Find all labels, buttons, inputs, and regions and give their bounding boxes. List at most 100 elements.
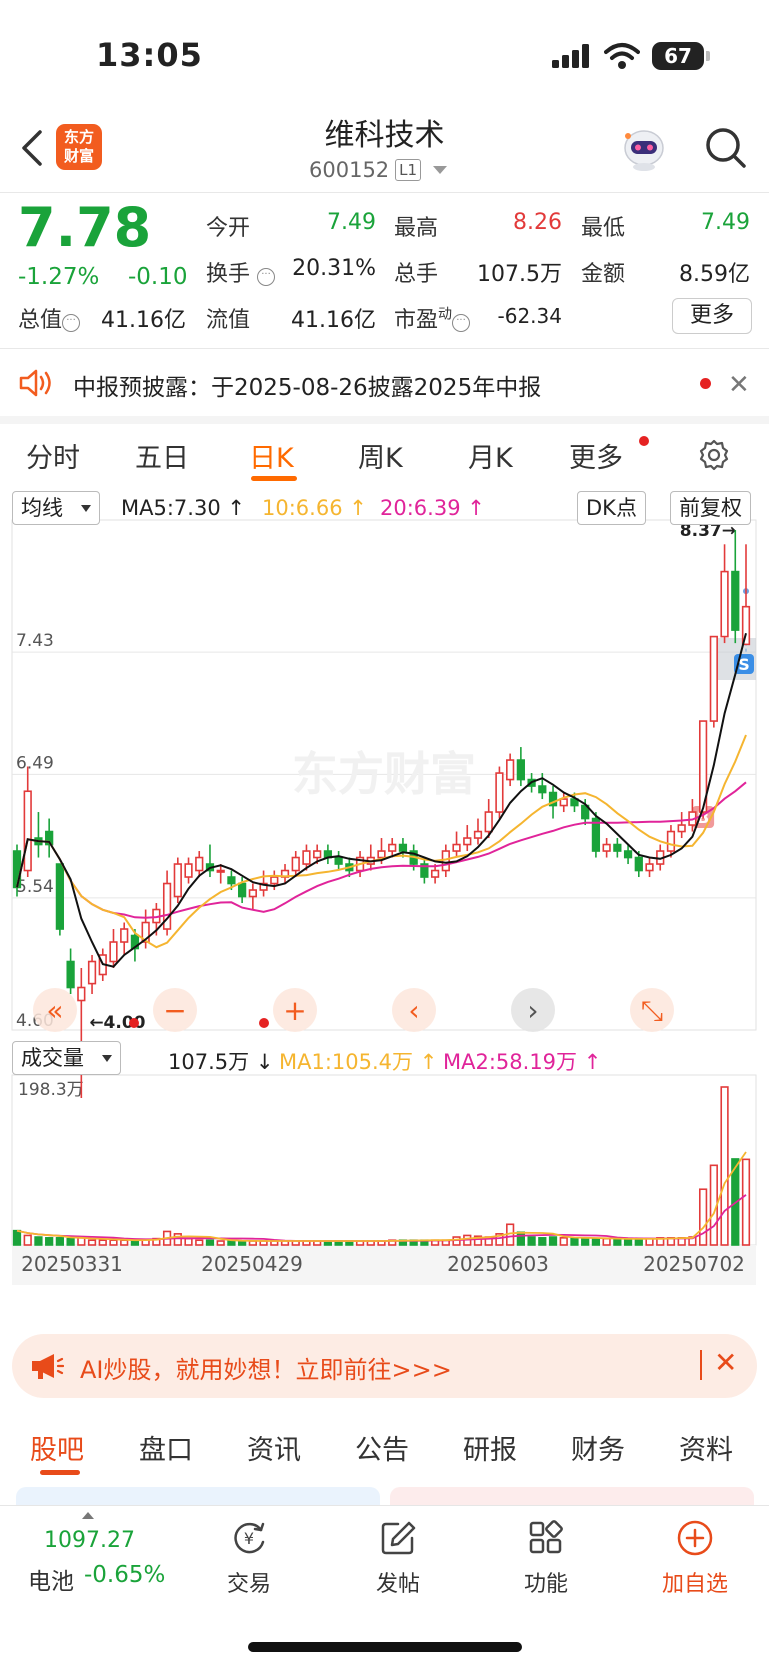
volume-current-legend: 107.5万 ↓ bbox=[168, 1046, 273, 1076]
volume-bar bbox=[720, 1086, 729, 1246]
ma10-value: 10:6.66 bbox=[262, 496, 343, 520]
chevron-up-icon[interactable] bbox=[82, 1512, 94, 1519]
info-icon[interactable]: ··· bbox=[62, 314, 81, 332]
high-label: 最高 bbox=[394, 216, 439, 241]
candle-body bbox=[238, 882, 247, 898]
candle-body bbox=[623, 850, 633, 859]
open-label: 今开 bbox=[206, 216, 251, 241]
ad-text[interactable]: AI炒股，就用妙想！立即前往>>> bbox=[80, 1350, 452, 1385]
stock-code-selector[interactable]: 600152 L1 bbox=[309, 158, 448, 182]
candle-body bbox=[173, 863, 182, 898]
candle-body bbox=[302, 850, 311, 865]
nav-add-label: 加自选 bbox=[661, 1572, 728, 1597]
add-circle-icon bbox=[677, 1520, 713, 1556]
tab-day-k[interactable]: 日K bbox=[249, 436, 294, 475]
change-value: -0.10 bbox=[128, 264, 188, 290]
ma20-legend: 20:6.39 ↑ bbox=[380, 496, 485, 520]
down-arrow-icon: ↓ bbox=[255, 1050, 274, 1074]
volume-bar bbox=[559, 1237, 568, 1246]
nav-post[interactable]: 发帖 bbox=[343, 1518, 453, 1598]
status-time: 13:05 bbox=[96, 36, 203, 74]
volume-bar bbox=[205, 1239, 215, 1246]
close-icon[interactable]: ✕ bbox=[728, 370, 750, 400]
tab-five-day[interactable]: 五日 bbox=[135, 436, 189, 475]
adjust-button[interactable]: 前复权 bbox=[670, 491, 751, 525]
candle-body bbox=[731, 570, 740, 631]
volume-indicator-select[interactable]: 成交量 bbox=[12, 1041, 121, 1075]
scroll-right-button-icon: › bbox=[527, 994, 538, 1027]
sector-index-name[interactable]: 电池 bbox=[28, 1562, 74, 1596]
candle-body bbox=[666, 830, 676, 852]
tab-week-k[interactable]: 周K bbox=[358, 436, 403, 475]
divider bbox=[0, 192, 769, 193]
indicator-select[interactable]: 均线 bbox=[12, 491, 100, 525]
volume-bar bbox=[66, 1237, 75, 1246]
divider bbox=[0, 348, 769, 349]
up-arrow-icon: ↑ bbox=[227, 496, 245, 520]
volume-bar bbox=[623, 1238, 633, 1246]
volume-bar bbox=[548, 1236, 558, 1246]
volume-bar bbox=[698, 1188, 708, 1246]
ma20-value: 20:6.39 bbox=[380, 496, 461, 520]
tab-more[interactable]: 更多 bbox=[569, 436, 623, 475]
candle-body bbox=[334, 856, 343, 865]
candle-body bbox=[216, 869, 225, 873]
close-icon[interactable]: ✕ bbox=[714, 1346, 737, 1379]
tab-guba[interactable]: 股吧 bbox=[30, 1428, 84, 1467]
price-tick-label: 6.49 bbox=[16, 753, 54, 773]
gear-icon[interactable] bbox=[697, 438, 731, 472]
candle-body bbox=[430, 869, 440, 878]
nav-add-watchlist[interactable]: 加自选 bbox=[640, 1518, 750, 1598]
dk-point-button[interactable]: DK点 bbox=[577, 491, 646, 525]
candle-body bbox=[506, 759, 515, 781]
pe-value: -62.34 bbox=[497, 304, 562, 328]
turnover-label[interactable]: 换手 ··· bbox=[206, 256, 276, 288]
cellular-signal-icon bbox=[552, 44, 589, 68]
tab-order-book[interactable]: 盘口 bbox=[139, 1428, 193, 1467]
candle-body bbox=[184, 863, 193, 878]
scroll-left-button-icon: ‹ bbox=[408, 994, 419, 1027]
candle-body bbox=[613, 843, 622, 852]
search-icon[interactable] bbox=[704, 126, 748, 170]
nav-trade[interactable]: ¥ 交易 bbox=[194, 1518, 304, 1598]
price-tick-label: 5.54 bbox=[16, 877, 54, 897]
volume-bar bbox=[87, 1239, 97, 1246]
volume-bar bbox=[227, 1240, 236, 1246]
volume-bar bbox=[12, 1229, 22, 1246]
nav-functions[interactable]: 功能 bbox=[491, 1518, 601, 1598]
kline-chart[interactable]: 8.377.436.495.544.60东方财富8.37→←4.00SB«−+‹… bbox=[0, 490, 769, 1320]
sector-index-value[interactable]: 1097.27 bbox=[44, 1528, 135, 1553]
zoom-in-button-icon: + bbox=[283, 994, 306, 1027]
candle-body bbox=[645, 863, 654, 872]
candle-body bbox=[388, 843, 397, 852]
more-fields-button[interactable]: 更多 bbox=[672, 298, 752, 334]
candle-body bbox=[291, 856, 300, 872]
pe-label[interactable]: 市盈动 ··· bbox=[394, 302, 471, 334]
unread-dot bbox=[639, 436, 649, 446]
tab-active-indicator bbox=[40, 1470, 80, 1475]
chevron-down-icon bbox=[102, 1054, 112, 1062]
tab-intraday[interactable]: 分时 bbox=[26, 436, 80, 475]
tab-financials[interactable]: 财务 bbox=[571, 1428, 625, 1467]
ai-assistant-icon[interactable] bbox=[620, 126, 668, 172]
low-value: 7.49 bbox=[701, 210, 750, 235]
tab-research[interactable]: 研报 bbox=[463, 1428, 517, 1467]
speaker-icon bbox=[19, 369, 51, 397]
nav-post-label: 发帖 bbox=[375, 1572, 420, 1597]
market-cap-label[interactable]: 总值 ··· bbox=[18, 302, 81, 334]
tab-profile[interactable]: 资料 bbox=[679, 1428, 733, 1467]
tab-announcements[interactable]: 公告 bbox=[355, 1428, 409, 1467]
candle-body bbox=[677, 824, 686, 833]
candle-body bbox=[473, 830, 483, 839]
grid-icon bbox=[529, 1520, 563, 1554]
tab-news[interactable]: 资讯 bbox=[247, 1428, 301, 1467]
info-icon[interactable]: ··· bbox=[257, 268, 276, 286]
fullscreen-button-icon: ⤡ bbox=[641, 994, 663, 1027]
info-icon[interactable]: ··· bbox=[452, 314, 471, 332]
vol-ma2-value: MA2:58.19万 bbox=[443, 1050, 578, 1074]
notice-text[interactable]: 中报预披露：于2025-08-26披露2025年中报 bbox=[73, 368, 541, 402]
volume-bar bbox=[45, 1237, 54, 1246]
sector-index-change[interactable]: -0.65% bbox=[84, 1562, 165, 1588]
candle-body bbox=[23, 790, 32, 872]
tab-month-k[interactable]: 月K bbox=[468, 436, 513, 475]
